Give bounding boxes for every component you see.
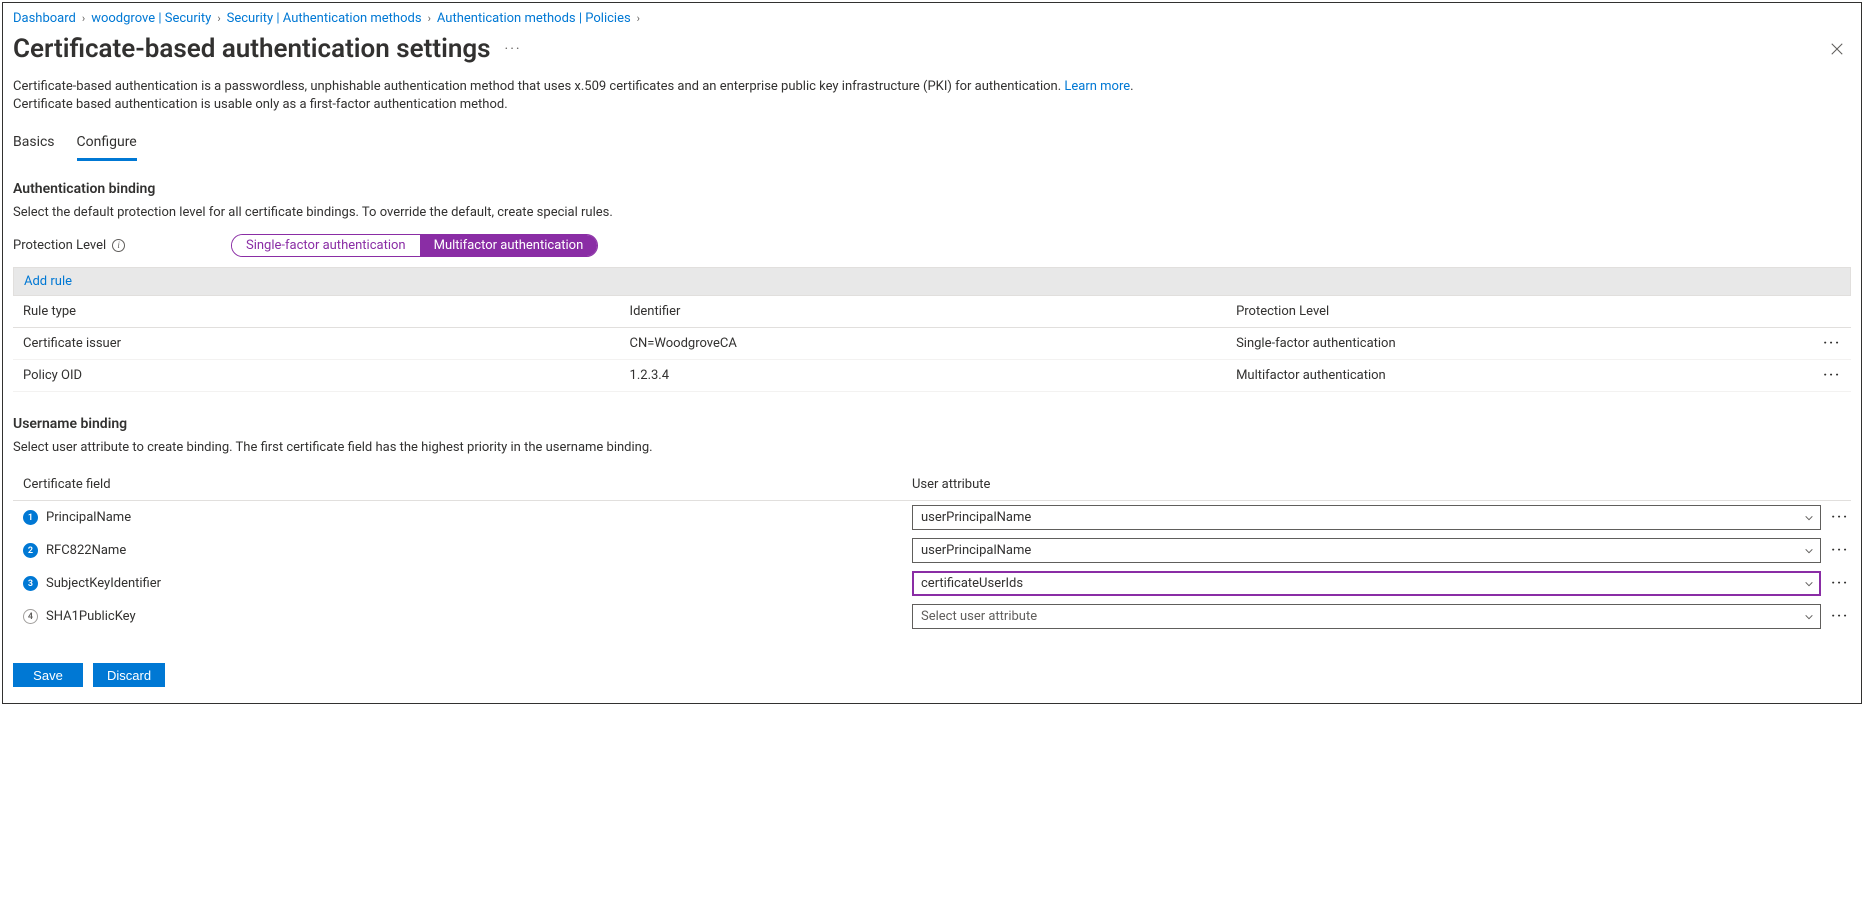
rules-header-type: Rule type [13, 296, 620, 328]
select-value: Select user attribute [921, 609, 1037, 624]
rules-table: Rule type Identifier Protection Level Ce… [13, 295, 1851, 392]
page-title: Certificate-based authentication setting… [13, 34, 491, 64]
protection-level-row: Protection Level i Single-factor authent… [13, 234, 1851, 257]
chevron-right-icon: › [637, 12, 640, 25]
breadcrumb-link-security[interactable]: Security | Authentication methods [227, 11, 422, 26]
chevron-right-icon: › [82, 12, 85, 25]
priority-badge: 1 [23, 510, 38, 525]
tab-basics[interactable]: Basics [13, 128, 55, 161]
select-value: certificateUserIds [921, 576, 1023, 591]
chevron-down-icon [1804, 612, 1814, 622]
cert-field-cell: 2 RFC822Name [23, 543, 900, 558]
cert-field-name: SHA1PublicKey [46, 609, 136, 624]
auth-binding-heading: Authentication binding [13, 181, 1851, 197]
priority-badge: 4 [23, 609, 38, 624]
save-button[interactable]: Save [13, 663, 83, 687]
rules-header-identifier: Identifier [620, 296, 1227, 328]
row-more-menu[interactable]: ··· [1821, 567, 1851, 600]
learn-more-link[interactable]: Learn more [1064, 79, 1130, 94]
title-more-menu[interactable]: ··· [505, 41, 522, 57]
select-value: userPrincipalName [921, 543, 1031, 558]
rule-level: Multifactor authentication [1226, 360, 1813, 392]
cert-field-name: SubjectKeyIdentifier [46, 576, 161, 591]
user-attribute-select[interactable]: certificateUserIds [912, 571, 1821, 596]
row-more-menu[interactable]: ··· [1813, 328, 1851, 360]
tabs: Basics Configure [13, 128, 1851, 161]
breadcrumb-link-woodgrove[interactable]: woodgrove | Security [91, 11, 211, 26]
close-button[interactable] [1823, 35, 1851, 63]
rules-header-level: Protection Level [1226, 296, 1813, 328]
description: Certificate-based authentication is a pa… [13, 78, 1851, 114]
title-row: Certificate-based authentication setting… [13, 30, 1851, 78]
row-more-menu[interactable]: ··· [1821, 534, 1851, 567]
chevron-down-icon [1804, 579, 1814, 589]
rule-type: Certificate issuer [13, 328, 620, 360]
rule-identifier: CN=WoodgroveCA [620, 328, 1227, 360]
breadcrumb: Dashboard › woodgrove | Security › Secur… [13, 11, 1851, 30]
auth-binding-desc: Select the default protection level for … [13, 205, 1851, 220]
table-row: 1 PrincipalName userPrincipalName ··· [13, 501, 1851, 535]
cert-field-name: RFC822Name [46, 543, 126, 558]
discard-button[interactable]: Discard [93, 663, 165, 687]
add-rule-link[interactable]: Add rule [24, 274, 72, 289]
info-icon[interactable]: i [112, 239, 125, 252]
breadcrumb-link-policies[interactable]: Authentication methods | Policies [437, 11, 631, 26]
table-row: 3 SubjectKeyIdentifier certificateUserIds ·… [13, 567, 1851, 600]
table-row: Certificate issuer CN=WoodgroveCA Single… [13, 328, 1851, 360]
protection-level-pillset: Single-factor authentication Multifactor… [231, 234, 598, 257]
user-attribute-select[interactable]: Select user attribute [912, 604, 1821, 629]
rule-type: Policy OID [13, 360, 620, 392]
u-header-attr: User attribute [902, 469, 1821, 501]
rule-identifier: 1.2.3.4 [620, 360, 1227, 392]
table-row: Policy OID 1.2.3.4 Multifactor authentic… [13, 360, 1851, 392]
user-binding-desc: Select user attribute to create binding.… [13, 440, 1851, 455]
chevron-right-icon: › [428, 12, 431, 25]
row-more-menu[interactable]: ··· [1821, 501, 1851, 535]
row-more-menu[interactable]: ··· [1821, 600, 1851, 633]
pill-single-factor[interactable]: Single-factor authentication [232, 235, 420, 256]
cert-field-name: PrincipalName [46, 510, 131, 525]
page-root: Dashboard › woodgrove | Security › Secur… [2, 2, 1862, 704]
description-text-2: Certificate based authentication is usab… [13, 97, 508, 112]
cert-field-cell: 3 SubjectKeyIdentifier [23, 576, 900, 591]
rule-level: Single-factor authentication [1226, 328, 1813, 360]
username-binding-table: Certificate field User attribute 1 Princi… [13, 469, 1851, 633]
title-left: Certificate-based authentication setting… [13, 34, 522, 64]
user-attribute-select[interactable]: userPrincipalName [912, 505, 1821, 530]
cert-field-cell: 4 SHA1PublicKey [23, 609, 900, 624]
chevron-right-icon: › [217, 12, 220, 25]
tab-configure[interactable]: Configure [77, 128, 137, 161]
footer: Save Discard [13, 633, 1851, 687]
user-binding-heading: Username binding [13, 416, 1851, 432]
chevron-down-icon [1804, 513, 1814, 523]
priority-badge: 3 [23, 576, 38, 591]
close-icon [1830, 42, 1844, 56]
cert-field-cell: 1 PrincipalName [23, 510, 900, 525]
pill-multi-factor[interactable]: Multifactor authentication [420, 235, 598, 256]
u-header-cert: Certificate field [13, 469, 902, 501]
table-row: 4 SHA1PublicKey Select user attribute ··· [13, 600, 1851, 633]
description-text-1: Certificate-based authentication is a pa… [13, 79, 1064, 94]
priority-badge: 2 [23, 543, 38, 558]
add-rule-bar: Add rule [13, 267, 1851, 295]
table-row: 2 RFC822Name userPrincipalName ··· [13, 534, 1851, 567]
row-more-menu[interactable]: ··· [1813, 360, 1851, 392]
chevron-down-icon [1804, 546, 1814, 556]
user-attribute-select[interactable]: userPrincipalName [912, 538, 1821, 563]
protection-level-label: Protection Level i [13, 238, 223, 253]
select-value: userPrincipalName [921, 510, 1031, 525]
breadcrumb-link-dashboard[interactable]: Dashboard [13, 11, 76, 26]
